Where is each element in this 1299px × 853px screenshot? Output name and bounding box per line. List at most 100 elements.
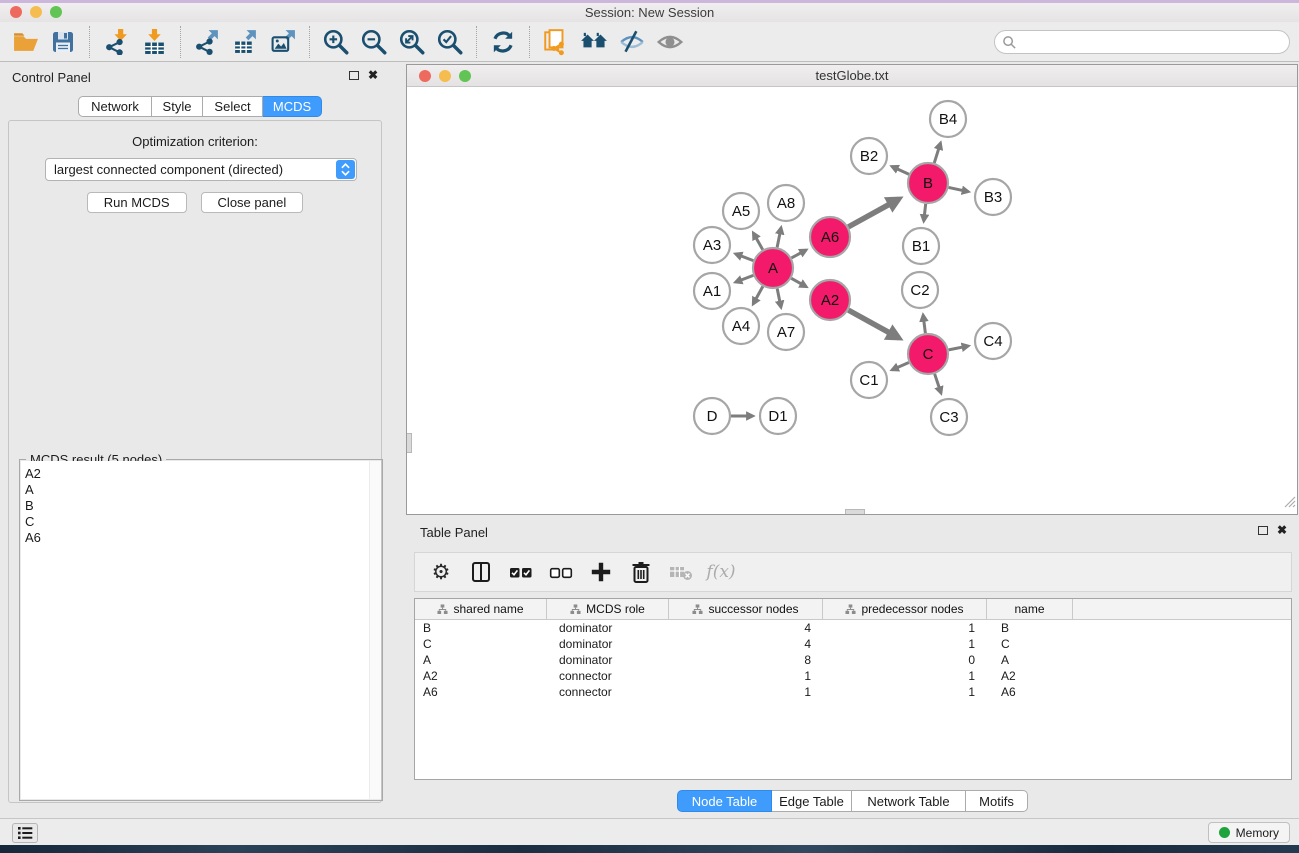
- import-table-icon[interactable]: [135, 25, 173, 59]
- mcds-result-item[interactable]: B: [25, 498, 381, 514]
- network-edge-A-A1[interactable]: [736, 275, 754, 282]
- import-network-icon[interactable]: [97, 25, 135, 59]
- network-node-B1[interactable]: B1: [903, 228, 939, 264]
- column-header-predecessor-nodes[interactable]: predecessor nodes: [823, 599, 987, 619]
- tab-node-table[interactable]: Node Table: [677, 790, 772, 812]
- zoom-out-icon[interactable]: [355, 25, 393, 59]
- network-node-B[interactable]: B: [908, 163, 948, 203]
- network-edge-A-A5[interactable]: [753, 233, 762, 250]
- delete-rows-trash-icon[interactable]: [623, 556, 659, 588]
- tab-style[interactable]: Style: [152, 96, 203, 117]
- network-node-C[interactable]: C: [908, 334, 948, 374]
- unselect-all-columns-icon[interactable]: [543, 556, 579, 588]
- network-edge-C-C3[interactable]: [935, 374, 941, 393]
- network-edge-A-A8[interactable]: [777, 228, 781, 248]
- export-network-icon[interactable]: [188, 25, 226, 59]
- network-node-A7[interactable]: A7: [768, 314, 804, 350]
- zoom-selected-icon[interactable]: [431, 25, 469, 59]
- network-node-A1[interactable]: A1: [694, 273, 730, 309]
- network-edge-C-C4[interactable]: [949, 346, 969, 350]
- column-header-successor-nodes[interactable]: successor nodes: [669, 599, 823, 619]
- open-file-icon[interactable]: [6, 25, 44, 59]
- network-node-C2[interactable]: C2: [902, 272, 938, 308]
- network-node-A[interactable]: A: [753, 248, 793, 288]
- close-panel-icon[interactable]: ✖: [368, 70, 378, 80]
- network-node-B3[interactable]: B3: [975, 179, 1011, 215]
- table-row[interactable]: Adominator80A: [415, 652, 1291, 668]
- zoom-fit-icon[interactable]: [393, 25, 431, 59]
- network-edge-B-B1[interactable]: [924, 204, 926, 221]
- toolbar-search-box[interactable]: [994, 30, 1290, 54]
- network-edge-B-B4[interactable]: [934, 143, 940, 163]
- close-table-panel-icon[interactable]: ✖: [1277, 525, 1287, 535]
- show-columns-icon[interactable]: [463, 556, 499, 588]
- show-all-networks-icon[interactable]: [575, 25, 613, 59]
- mcds-result-item[interactable]: A: [25, 482, 381, 498]
- network-edge-B-B3[interactable]: [949, 187, 969, 191]
- memory-button[interactable]: Memory: [1208, 822, 1290, 843]
- network-edge-A-A6[interactable]: [791, 250, 806, 258]
- minimize-window-button[interactable]: [30, 6, 42, 18]
- select-all-columns-icon[interactable]: [503, 556, 539, 588]
- close-window-button[interactable]: [10, 6, 22, 18]
- network-node-A5[interactable]: A5: [723, 193, 759, 229]
- network-edge-A2-C[interactable]: [848, 310, 899, 338]
- show-panels-list-button[interactable]: [12, 823, 38, 843]
- export-image-icon[interactable]: [264, 25, 302, 59]
- tab-network-table[interactable]: Network Table: [852, 790, 966, 812]
- mcds-result-item[interactable]: C: [25, 514, 381, 530]
- network-node-A6[interactable]: A6: [810, 217, 850, 257]
- network-edge-A-A3[interactable]: [736, 254, 754, 261]
- column-header-name[interactable]: name: [987, 599, 1073, 619]
- zoom-window-button[interactable]: [50, 6, 62, 18]
- network-edge-B-B2[interactable]: [892, 166, 909, 174]
- network-from-selection-icon[interactable]: [537, 25, 575, 59]
- table-row[interactable]: Cdominator41C: [415, 636, 1291, 652]
- network-edge-C-C2[interactable]: [923, 315, 925, 333]
- resize-grip-icon[interactable]: [1281, 493, 1296, 513]
- export-table-icon[interactable]: [226, 25, 264, 59]
- network-edge-A-A2[interactable]: [791, 278, 806, 286]
- network-edge-C-C1[interactable]: [892, 362, 909, 369]
- mcds-result-list[interactable]: A2ABCA6: [21, 461, 381, 799]
- network-edge-A-A4[interactable]: [753, 286, 763, 304]
- save-session-icon[interactable]: [44, 25, 82, 59]
- create-column-plus-icon[interactable]: [583, 556, 619, 588]
- tab-edge-table[interactable]: Edge Table: [772, 790, 852, 812]
- column-header-shared-name[interactable]: shared name: [415, 599, 547, 619]
- mcds-result-item[interactable]: A6: [25, 530, 381, 546]
- result-list-scrollbar[interactable]: [369, 461, 381, 799]
- table-row[interactable]: A2connector11A2: [415, 668, 1291, 684]
- bottom-splitter-handle[interactable]: [845, 509, 865, 514]
- network-edge-A6-B[interactable]: [848, 199, 899, 227]
- left-splitter-handle[interactable]: [407, 433, 412, 453]
- network-close-button[interactable]: [419, 70, 431, 82]
- table-row[interactable]: A6connector11A6: [415, 684, 1291, 700]
- criterion-dropdown[interactable]: largest connected component (directed): [45, 158, 357, 181]
- table-row[interactable]: Bdominator41B: [415, 620, 1291, 636]
- close-panel-button[interactable]: Close panel: [201, 192, 304, 213]
- mcds-result-item[interactable]: A2: [25, 466, 381, 482]
- hide-details-eye-slash-icon[interactable]: [613, 25, 651, 59]
- network-edge-A-A7[interactable]: [777, 289, 781, 308]
- network-zoom-button[interactable]: [459, 70, 471, 82]
- apply-layout-icon[interactable]: [484, 25, 522, 59]
- show-details-eye-icon[interactable]: [651, 25, 689, 59]
- network-node-B4[interactable]: B4: [930, 101, 966, 137]
- network-node-D[interactable]: D: [694, 398, 730, 434]
- column-header-MCDS-role[interactable]: MCDS role: [547, 599, 669, 619]
- tab-mcds[interactable]: MCDS: [263, 96, 322, 117]
- network-node-C3[interactable]: C3: [931, 399, 967, 435]
- tab-select[interactable]: Select: [203, 96, 263, 117]
- node-table-body[interactable]: Bdominator41BCdominator41CAdominator80AA…: [415, 620, 1291, 700]
- network-minimize-button[interactable]: [439, 70, 451, 82]
- network-node-A2[interactable]: A2: [810, 280, 850, 320]
- search-input[interactable]: [1017, 32, 1289, 52]
- network-node-A3[interactable]: A3: [694, 227, 730, 263]
- network-node-C1[interactable]: C1: [851, 362, 887, 398]
- zoom-in-icon[interactable]: [317, 25, 355, 59]
- tab-motifs[interactable]: Motifs: [966, 790, 1028, 812]
- network-node-B2[interactable]: B2: [851, 138, 887, 174]
- network-node-D1[interactable]: D1: [760, 398, 796, 434]
- float-panel-icon[interactable]: [349, 71, 359, 80]
